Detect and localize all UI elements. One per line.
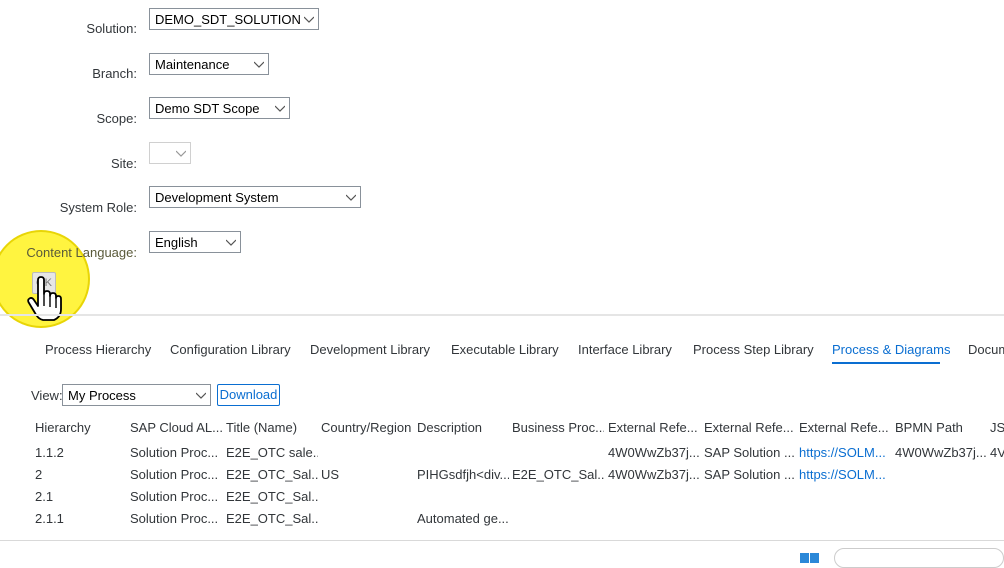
table-cell: E2E_OTC sale...: [226, 445, 318, 460]
tab-documents[interactable]: Docum: [968, 342, 1004, 357]
column-header[interactable]: External Refe...: [704, 420, 796, 435]
chevron-down-icon: [346, 194, 356, 202]
system-role-select[interactable]: Development System: [149, 186, 361, 208]
chevron-down-icon: [304, 16, 314, 24]
branch-value: Maintenance: [155, 57, 230, 72]
table-cell: E2E_OTC_Sal...: [512, 467, 604, 482]
solution-select[interactable]: DEMO_SDT_SOLUTION: [149, 8, 319, 30]
table-cell-link[interactable]: https://SOLM...: [799, 467, 891, 482]
chevron-down-icon: [226, 239, 236, 247]
tab-process-hierarchy[interactable]: Process Hierarchy: [45, 342, 151, 357]
solution-value: DEMO_SDT_SOLUTION: [155, 12, 301, 27]
content-language-label: Content Language:: [26, 245, 137, 260]
branch-label: Branch:: [92, 66, 137, 81]
table-cell-link[interactable]: https://SOLM...: [799, 445, 891, 460]
branch-select[interactable]: Maintenance: [149, 53, 269, 75]
chevron-down-icon: [275, 105, 285, 113]
scope-row: Scope:: [0, 108, 137, 132]
active-tab-indicator: [832, 362, 940, 364]
table-cell: US: [321, 467, 340, 482]
view-value: My Process: [68, 388, 136, 403]
table-cell: 2.1.1: [35, 511, 64, 526]
chevron-down-icon: [254, 61, 264, 69]
branch-row: Branch:: [0, 63, 137, 87]
column-header[interactable]: Description: [417, 420, 509, 435]
table-cell: 4W0WwZb37j...: [895, 445, 987, 460]
table-cell: E2E_OTC_Sal...: [226, 489, 318, 504]
scope-label: Scope:: [96, 111, 137, 126]
column-header[interactable]: Title (Name): [226, 420, 318, 435]
table-cell: 2.1: [35, 489, 54, 504]
content-language-select[interactable]: English: [149, 231, 241, 253]
chevron-down-icon: [196, 392, 206, 400]
scope-select[interactable]: Demo SDT Scope: [149, 97, 290, 119]
column-header[interactable]: External Refe...: [608, 420, 700, 435]
table-cell: Solution Proc...: [130, 445, 219, 460]
table-cell: 1.1.2: [35, 445, 64, 460]
system-role-label: System Role:: [59, 200, 137, 215]
table-cell: SAP Solution ...: [704, 467, 795, 482]
tab-configuration-library[interactable]: Configuration Library: [170, 342, 291, 357]
download-button[interactable]: Download: [217, 384, 280, 406]
table-cell: PIHGsdfjh<div...: [417, 467, 509, 482]
table-cell: SAP Solution ...: [704, 445, 795, 460]
system-role-row: System Role:: [0, 197, 137, 221]
table-cell: Solution Proc...: [130, 489, 219, 504]
hand-cursor-icon: [26, 276, 62, 327]
column-header[interactable]: Business Proc...: [512, 420, 604, 435]
column-header[interactable]: SAP Cloud AL...: [130, 420, 223, 435]
table-cell: E2E_OTC_Sal...: [226, 467, 318, 482]
solution-row: Solution:: [0, 18, 137, 42]
tab-interface-library[interactable]: Interface Library: [578, 342, 672, 357]
tab-process-step-library[interactable]: Process Step Library: [693, 342, 814, 357]
tab-bar: Process Hierarchy Configuration Library …: [0, 334, 1004, 364]
table-cell: 2: [35, 467, 43, 482]
site-label: Site:: [110, 156, 137, 171]
table-cell: Solution Proc...: [130, 511, 219, 526]
solution-label: Solution:: [86, 21, 137, 36]
column-header[interactable]: External Refe...: [799, 420, 891, 435]
windows-start-icon[interactable]: [800, 550, 820, 568]
table-cell: 4W0WwZb37j...: [608, 467, 700, 482]
scope-value: Demo SDT Scope: [155, 101, 260, 116]
content-language-row: Content Language:: [0, 242, 137, 266]
section-divider: [0, 314, 1004, 316]
table-cell: E2E_OTC_Sal...: [226, 511, 318, 526]
view-select[interactable]: My Process: [62, 384, 211, 406]
tab-process-diagrams[interactable]: Process & Diagrams: [832, 342, 950, 357]
content-language-value: English: [155, 235, 198, 250]
table-cell: 4W0WwZb37j...: [608, 445, 700, 460]
tab-executable-library[interactable]: Executable Library: [451, 342, 559, 357]
table-bottom-border: [0, 540, 1004, 541]
taskbar-search-box[interactable]: [834, 548, 1004, 568]
column-header[interactable]: BPMN Path: [895, 420, 987, 435]
column-header[interactable]: Country/Region: [321, 420, 413, 435]
table-cell: 4V: [990, 445, 1004, 460]
tab-development-library[interactable]: Development Library: [310, 342, 430, 357]
site-select[interactable]: [149, 142, 191, 164]
chevron-down-icon: [176, 150, 186, 158]
table-cell: Solution Proc...: [130, 467, 219, 482]
column-header[interactable]: Hierarchy: [35, 420, 127, 435]
view-label: View:: [31, 388, 63, 403]
column-header[interactable]: JS: [990, 420, 1004, 435]
table-cell: Automated ge...: [417, 511, 509, 526]
site-row: Site:: [0, 153, 137, 177]
system-role-value: Development System: [155, 190, 279, 205]
